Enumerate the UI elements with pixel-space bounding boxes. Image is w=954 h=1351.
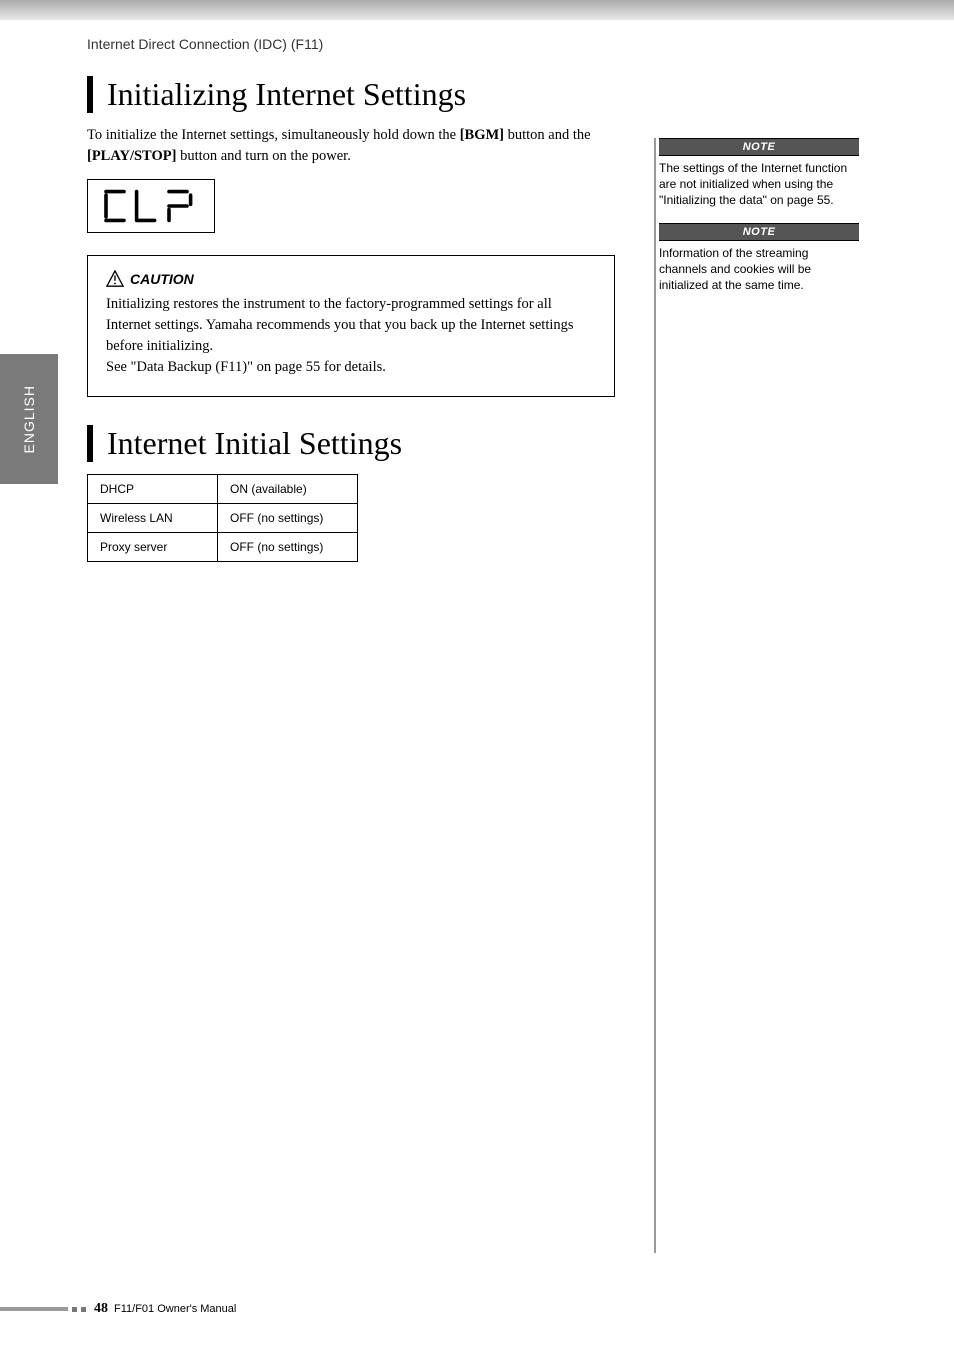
language-tab: ENGLISH	[0, 354, 58, 484]
intro-text-pre: To initialize the Internet settings, sim…	[87, 127, 460, 143]
bgm-button-ref: [BGM]	[460, 127, 504, 143]
caution-label-text: CAUTION	[130, 271, 194, 287]
note-body: The settings of the Internet function ar…	[659, 156, 859, 209]
caution-triangle-icon	[106, 270, 124, 288]
note-header: NOTE	[659, 138, 859, 156]
section-title-initializing: Initializing Internet Settings	[87, 76, 629, 113]
caution-box: CAUTION Initializing restores the instru…	[87, 255, 615, 397]
header-gradient	[0, 0, 954, 20]
vertical-divider	[654, 138, 656, 1253]
intro-text-mid: button and the	[504, 127, 591, 143]
page-footer: 48 F11/F01 Owner's Manual	[0, 1301, 260, 1317]
page-number: 48	[94, 1301, 108, 1317]
footer-squares-icon	[72, 1307, 86, 1312]
table-cell-key: Proxy server	[88, 532, 218, 561]
settings-table: DHCP ON (available) Wireless LAN OFF (no…	[87, 474, 358, 562]
section-title-initial-settings: Internet Initial Settings	[87, 425, 629, 462]
playstop-button-ref: [PLAY/STOP]	[87, 148, 176, 164]
table-cell-val: OFF (no settings)	[218, 532, 358, 561]
table-row: DHCP ON (available)	[88, 474, 358, 503]
lcd-display	[87, 179, 215, 233]
caution-body-1: Initializing restores the instrument to …	[106, 294, 596, 357]
page-header: Internet Direct Connection (IDC) (F11)	[87, 36, 323, 52]
table-cell-key: DHCP	[88, 474, 218, 503]
note-block: NOTE The settings of the Internet functi…	[659, 138, 859, 209]
table-cell-val: OFF (no settings)	[218, 503, 358, 532]
table-cell-val: ON (available)	[218, 474, 358, 503]
lcd-segment-icon	[97, 185, 205, 227]
caution-header: CAUTION	[106, 270, 596, 288]
footer-bar	[0, 1307, 68, 1311]
table-row: Wireless LAN OFF (no settings)	[88, 503, 358, 532]
notes-sidebar: NOTE The settings of the Internet functi…	[659, 138, 859, 307]
language-tab-label: ENGLISH	[21, 385, 37, 453]
note-block: NOTE Information of the streaming channe…	[659, 223, 859, 294]
note-body: Information of the streaming channels an…	[659, 241, 859, 294]
main-content: Initializing Internet Settings To initia…	[87, 62, 629, 562]
intro-paragraph: To initialize the Internet settings, sim…	[87, 125, 629, 167]
caution-body-2: See "Data Backup (F11)" on page 55 for d…	[106, 357, 596, 378]
table-cell-key: Wireless LAN	[88, 503, 218, 532]
intro-text-post: button and turn on the power.	[176, 148, 350, 164]
manual-name: F11/F01 Owner's Manual	[114, 1303, 236, 1315]
note-header: NOTE	[659, 223, 859, 241]
table-row: Proxy server OFF (no settings)	[88, 532, 358, 561]
